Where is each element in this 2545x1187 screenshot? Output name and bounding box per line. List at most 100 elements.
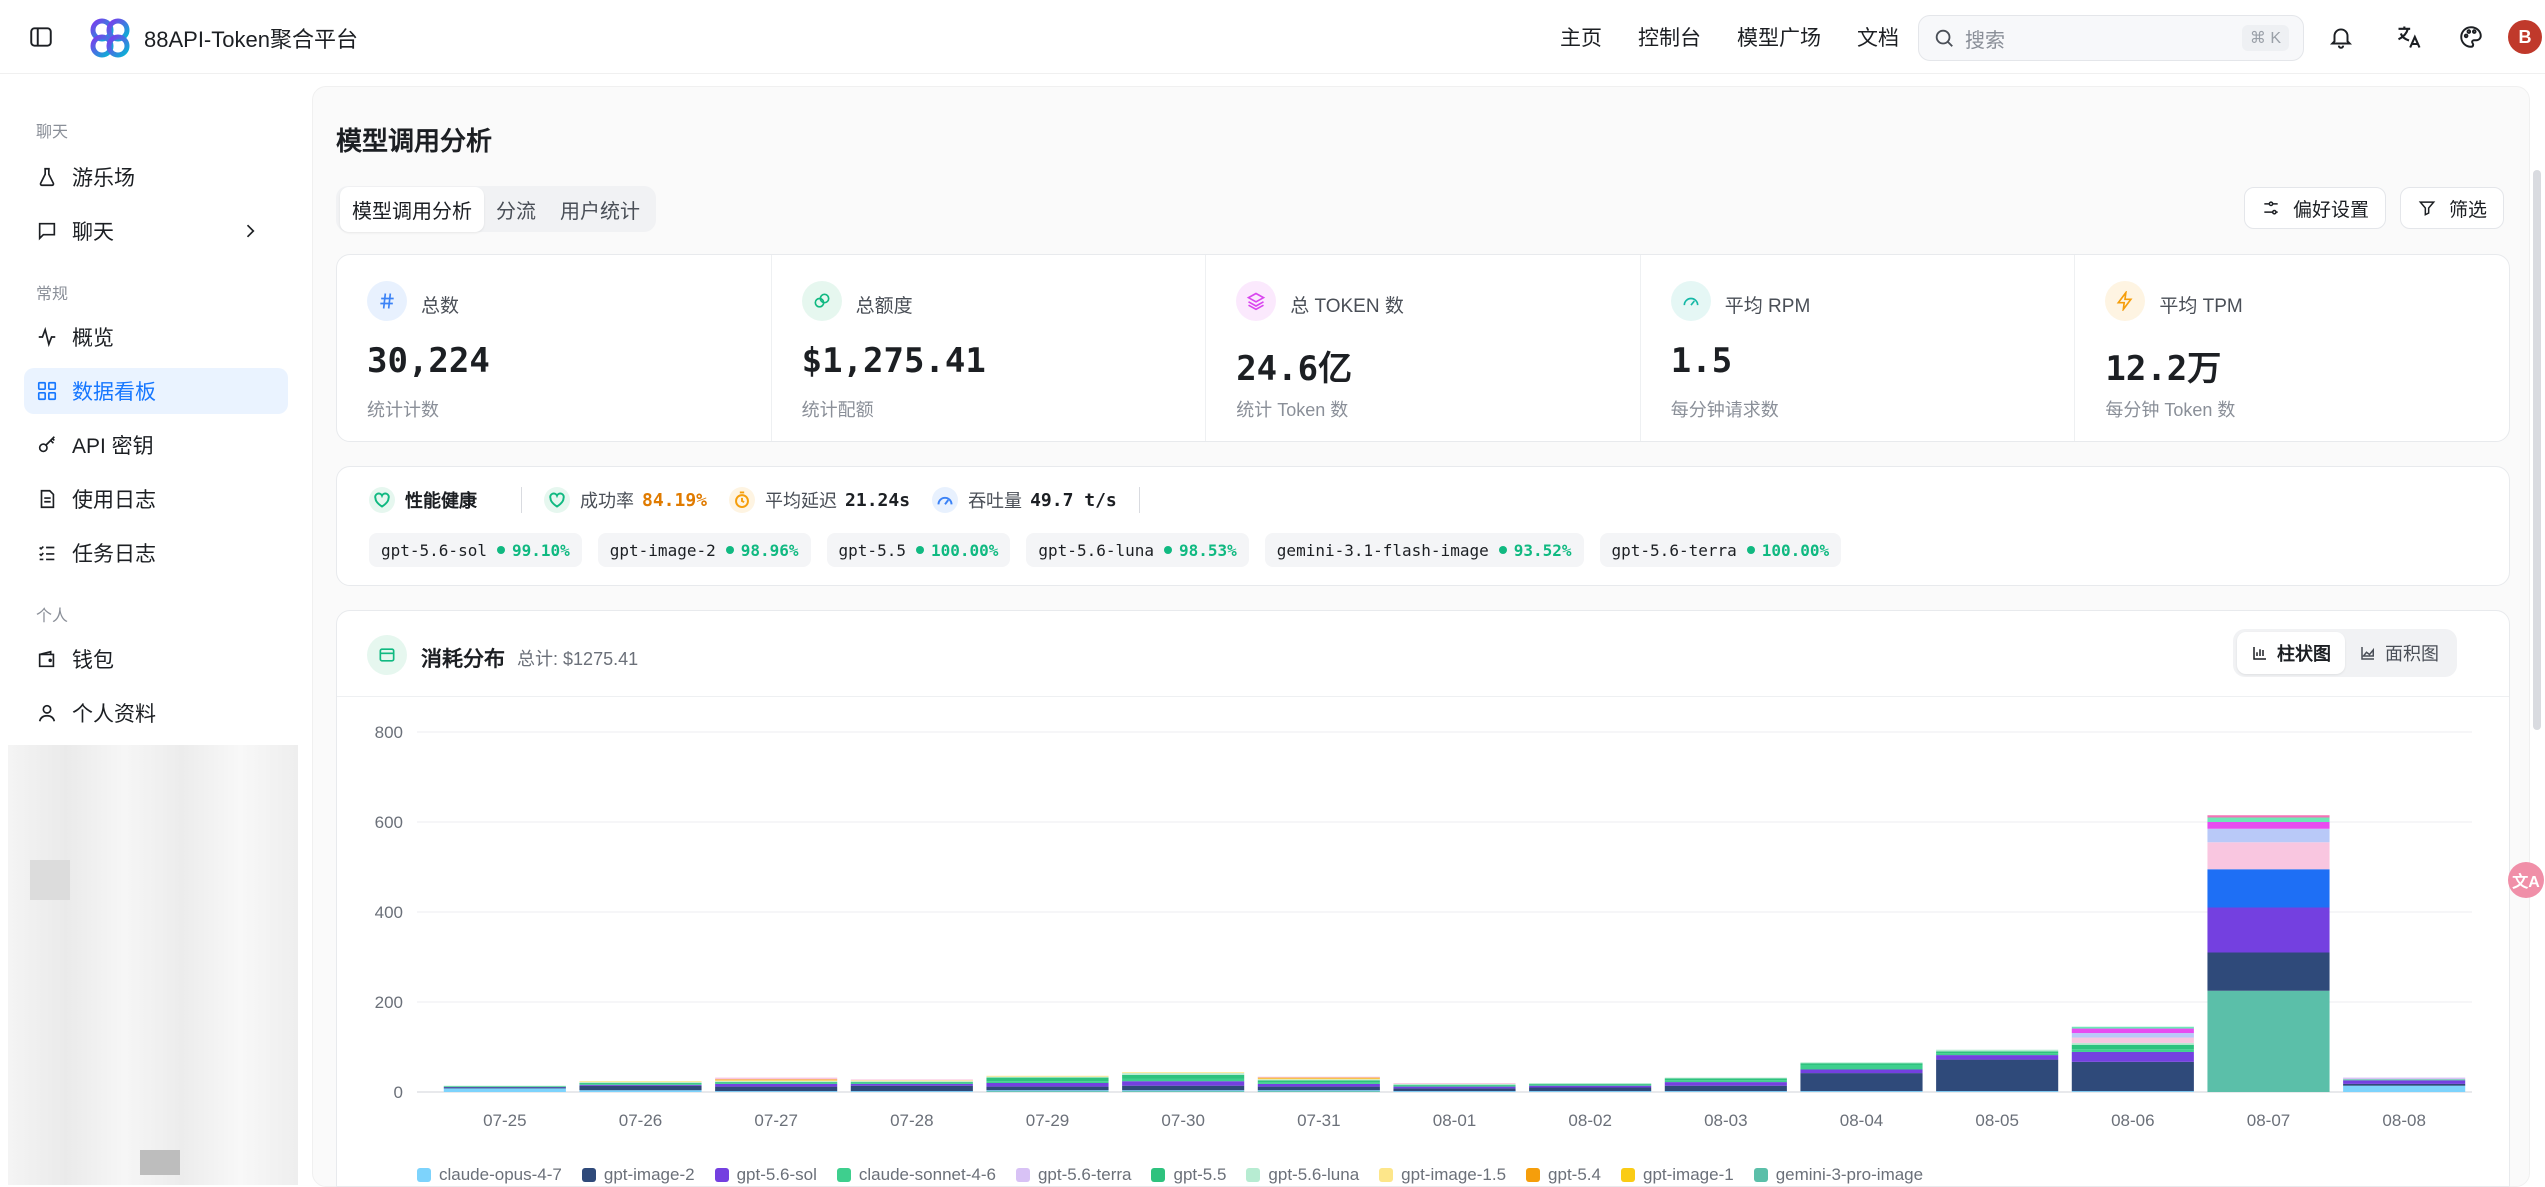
sidebar-item-task-logs[interactable]: 任务日志 [24,530,288,576]
sidebar-item-api-keys[interactable]: API 密钥 [24,422,288,468]
stat-label: 总 TOKEN 数 [1290,296,1404,317]
legend-swatch [417,1168,431,1182]
legend-item[interactable]: gemini-3-pro-image [1753,1165,1923,1185]
sidebar-item-overview[interactable]: 概览 [24,314,288,360]
legend-item[interactable]: gpt-5.6-luna [1246,1165,1359,1185]
nav-home[interactable]: 主页 [1560,22,1602,52]
tab-user-stats[interactable]: 用户统计 [548,187,652,232]
bar-segment [1529,1083,1652,1085]
legend-label: claude-sonnet-4-6 [858,1165,996,1184]
bar-segment [850,1083,973,1084]
file-icon [40,489,55,509]
divider [1138,487,1140,513]
bar-segment [2071,1091,2194,1092]
model-health-chip[interactable]: gpt-5.6-terra 100.00% [1599,533,1842,567]
sidebar-item-profile[interactable]: 个人资料 [24,690,288,736]
bar-segment [1257,1083,1380,1087]
bar-segment [850,1085,973,1092]
layers-icon [1236,281,1277,321]
stat-label: 总额度 [855,296,913,317]
legend-item[interactable]: gpt-image-2 [581,1165,695,1185]
floating-translate-icon[interactable]: 文A [2508,862,2544,898]
search-input[interactable]: 搜索 ⌘ K [1918,15,2304,61]
bar-segment [850,1080,973,1082]
sidebar-item-label: 聊天 [72,221,114,244]
sidebar-item-chat[interactable]: 聊天 [24,208,288,254]
preferences-button[interactable]: 偏好设置 [2244,187,2387,229]
toggle-area-chart[interactable]: 面积图 [2345,632,2453,674]
legend-item[interactable]: gpt-5.5 [1151,1165,1226,1185]
nav-model-square[interactable]: 模型广场 [1737,22,1821,52]
filter-button[interactable]: 筛选 [2400,187,2505,229]
legend-item[interactable]: gpt-5.4 [1526,1165,1601,1185]
stat-card-avg-tpm: 平均 TPM 12.2万 每分钟 Token 数 [2075,255,2509,441]
sidebar-item-dashboard[interactable]: 数据看板 [24,368,288,414]
message-icon [38,222,56,241]
model-name: gemini-3.1-flash-image [1276,540,1489,560]
page-scrollbar[interactable] [2533,170,2541,730]
tab-routing[interactable]: 分流 [484,187,548,232]
success-rate-label: 成功率 [580,491,634,511]
divider [521,487,522,513]
gauge-icon [1670,281,1711,321]
model-health-chip[interactable]: gpt-image-2 98.96% [597,533,811,567]
model-success-rate: 98.96% [740,540,799,560]
sidebar-item-playground[interactable]: 游乐场 [24,154,288,200]
legend-item[interactable]: gpt-image-1.5 [1379,1165,1506,1185]
sidebar-toggle-icon[interactable] [28,24,54,50]
legend-item[interactable]: gpt-5.6-sol [714,1165,817,1185]
throughput-chip: 吞吐量 49.7 t/s [932,487,1117,513]
legend-label: gpt-5.5 [1173,1165,1227,1184]
legend-label: gpt-5.6-luna [1268,1165,1360,1184]
bar-segment [1393,1083,1516,1084]
bar-segment [715,1082,838,1083]
model-success-rate: 99.10% [511,540,570,560]
bar-segment [1664,1077,1787,1079]
sidebar-item-wallet[interactable]: 钱包 [24,636,288,682]
legend-item[interactable]: claude-sonnet-4-6 [836,1165,996,1185]
sidebar-item-usage-logs[interactable]: 使用日志 [24,476,288,522]
translate-icon[interactable] [2394,22,2424,52]
bar-segment [1800,1091,1923,1092]
legend-item[interactable]: gpt-5.6-terra [1015,1165,1132,1185]
dashboard-icon [37,381,57,401]
nav-console[interactable]: 控制台 [1638,22,1701,52]
nav-docs[interactable]: 文档 [1857,22,1899,52]
legend-swatch [1015,1168,1030,1182]
bar-segment [1800,1073,1923,1092]
bar-segment [2207,907,2330,953]
bar-segment [579,1081,702,1083]
top-header: 88API-Token聚合平台 主页 控制台 模型广场 文档 搜索 ⌘ K B [0,0,2545,74]
chevron-right-icon [246,224,255,238]
bar-segment [1529,1091,1652,1092]
bar-segment [1393,1086,1516,1089]
stat-sub: 每分钟 Token 数 [2105,400,2236,420]
palette-icon[interactable] [2456,22,2486,52]
legend-item[interactable]: claude-opus-4-7 [417,1165,562,1185]
model-health-chip[interactable]: gpt-5.6-sol 99.10% [369,533,582,567]
model-health-chip[interactable]: gemini-3.1-flash-image 93.52% [1264,533,1584,567]
model-health-list: gpt-5.6-sol 99.10% gpt-image-2 98.96% gpt-… [369,533,1857,567]
model-health-chip[interactable]: gpt-5.6-luna 98.53% [1026,533,1249,567]
brand-logo-icon[interactable] [88,16,132,60]
legend-item[interactable]: gpt-image-1 [1620,1165,1734,1185]
legend-label: gpt-5.6-terra [1037,1165,1132,1184]
sidebar-section-personal: 个人 [36,608,69,625]
brand-name[interactable]: 88API-Token聚合平台 [144,22,358,54]
filter-label: 筛选 [2449,199,2488,221]
tab-model-analysis[interactable]: 模型调用分析 [340,186,484,232]
bar-segment [2343,1080,2466,1084]
bar-segment [579,1090,702,1092]
model-health-chip[interactable]: gpt-5.5 100.00% [826,533,1011,567]
toggle-label: 面积图 [2385,644,2439,664]
bell-icon[interactable] [2326,22,2356,52]
stat-card-total-quota: 总额度 $1,275.41 统计配额 [772,255,1207,441]
bar-segment [1936,1053,2059,1056]
bar-segment [2071,1049,2194,1052]
bar-segment [2207,817,2330,822]
bar-segment [1529,1083,1652,1084]
x-tick-label: 08-04 [1840,1111,1883,1130]
x-tick-label: 08-03 [1704,1111,1747,1130]
toggle-bar-chart[interactable]: 柱状图 [2237,632,2345,674]
avatar[interactable]: B [2508,20,2542,54]
